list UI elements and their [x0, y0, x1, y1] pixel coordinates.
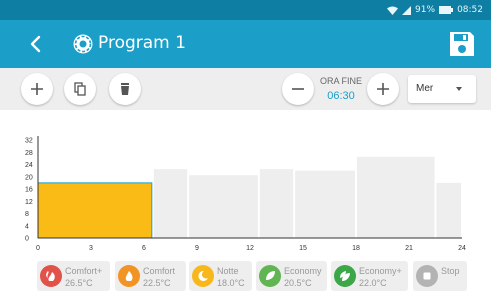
program-icon — [73, 34, 93, 54]
plus-icon — [31, 83, 43, 95]
toolbar: ORA FINE 06:30 Mer — [0, 68, 491, 110]
decrease-end-time-button[interactable] — [282, 73, 314, 105]
flame-icon — [118, 265, 140, 287]
status-icons: 91% 08:52 — [387, 4, 483, 16]
trash-icon — [121, 83, 129, 95]
schedule-chart[interactable]: 0 4 8 12 16 20 24 28 32 0 3 6 9 12 15 18 21 24 — [0, 128, 491, 254]
x-tick-label: 21 — [405, 245, 413, 252]
x-tick-label: 9 — [195, 245, 199, 252]
signal-icon — [402, 5, 412, 15]
status-bar: 91% 08:52 — [0, 0, 491, 20]
stop-icon — [416, 265, 438, 287]
battery-icon — [439, 6, 454, 14]
legend-mode-name: Comfort+ — [65, 266, 103, 276]
y-tick-label: 28 — [25, 150, 33, 157]
x-tick-label: 24 — [458, 245, 466, 252]
schedule-bar-6[interactable] — [436, 182, 462, 238]
back-button[interactable] — [24, 32, 48, 56]
increase-end-time-button[interactable] — [367, 73, 399, 105]
copy-icon — [74, 82, 86, 96]
legend-mode-temp: 20.5°C — [284, 278, 312, 288]
schedule-bar-4[interactable] — [295, 170, 355, 238]
delete-button[interactable] — [109, 73, 141, 105]
mode-legend: Comfort+ 26.5°C Comfort 22.5°C Notte 18.0°C Ec… — [0, 258, 491, 293]
minus-icon — [292, 88, 304, 90]
x-tick-label: 3 — [89, 245, 93, 252]
y-tick-label: 20 — [25, 174, 33, 181]
legend-mode-name: Notte — [217, 266, 239, 276]
legend-mode-temp: 22.0°C — [359, 278, 387, 288]
clock: 08:52 — [457, 5, 483, 15]
schedule-bar-2[interactable] — [189, 175, 258, 238]
floppy-disk-icon — [450, 32, 474, 56]
double-leaf-icon — [334, 265, 356, 287]
day-select[interactable]: Mer — [408, 75, 476, 103]
x-tick-label: 12 — [246, 245, 254, 252]
schedule-bar-0[interactable] — [37, 182, 153, 239]
legend-mode-name: Economy — [284, 266, 322, 276]
moon-icon — [192, 265, 214, 287]
legend-mode-name: Economy+ — [359, 266, 402, 276]
legend-mode-name: Comfort — [143, 266, 176, 276]
y-tick-label: 24 — [25, 162, 33, 169]
legend-item-economy-plus[interactable]: Economy+ 22.0°C — [331, 261, 408, 291]
chevron-down-icon — [456, 87, 462, 91]
legend-item-comfort-plus[interactable]: Comfort+ 26.5°C — [37, 261, 110, 291]
y-tick-label: 32 — [25, 138, 33, 145]
page-title: Program 1 — [98, 33, 186, 53]
wifi-icon — [387, 6, 399, 15]
copy-button[interactable] — [64, 73, 96, 105]
legend-item-stop[interactable]: Stop — [413, 261, 467, 291]
leaf-icon — [259, 265, 281, 287]
end-time-value: 06:30 — [327, 90, 355, 102]
battery-percent: 91% — [415, 5, 436, 15]
legend-mode-temp: 22.5°C — [143, 278, 171, 288]
end-time-label: ORA FINE — [319, 76, 362, 86]
y-tick-label: 4 — [25, 223, 29, 230]
legend-item-notte[interactable]: Notte 18.0°C — [189, 261, 252, 291]
app-bar: Program 1 — [0, 20, 491, 68]
legend-mode-temp: 26.5°C — [65, 278, 93, 288]
schedule-bar-5[interactable] — [357, 156, 435, 238]
legend-item-economy[interactable]: Economy 20.5°C — [256, 261, 327, 291]
y-tick-label: 0 — [25, 236, 29, 243]
x-tick-label: 18 — [352, 245, 360, 252]
back-arrow-icon — [30, 35, 41, 53]
legend-item-comfort[interactable]: Comfort 22.5°C — [115, 261, 186, 291]
x-tick-label: 15 — [299, 245, 307, 252]
double-flame-icon — [40, 265, 62, 287]
x-tick-label: 6 — [142, 245, 146, 252]
add-segment-button[interactable] — [21, 73, 53, 105]
day-select-value: Mer — [416, 83, 434, 94]
x-tick-label: 0 — [36, 245, 40, 252]
schedule-bar-1[interactable] — [153, 169, 188, 238]
legend-mode-name: Stop — [441, 266, 460, 276]
save-button[interactable] — [449, 31, 475, 57]
plus-icon — [377, 83, 389, 95]
schedule-bar-3[interactable] — [259, 169, 294, 238]
y-tick-label: 16 — [25, 187, 33, 194]
y-tick-label: 8 — [25, 211, 29, 218]
y-tick-label: 12 — [25, 199, 33, 206]
legend-mode-temp: 18.0°C — [217, 278, 245, 288]
